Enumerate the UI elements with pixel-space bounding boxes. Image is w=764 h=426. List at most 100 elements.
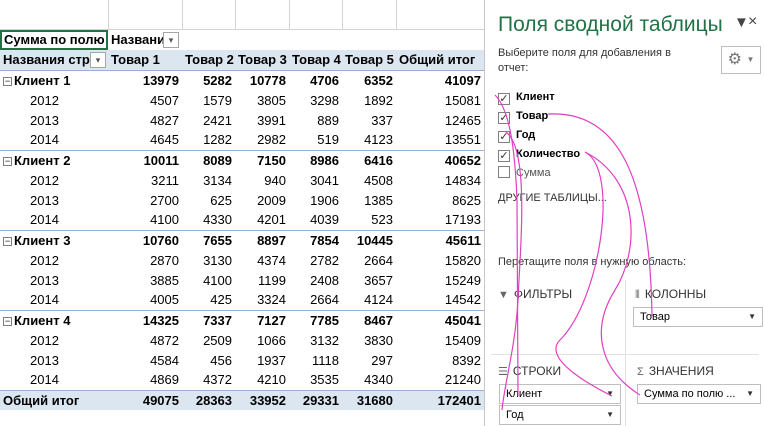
value-cell: 33952 [235, 389, 289, 410]
collapse-icon[interactable]: − [3, 76, 12, 86]
value-cell: 4039 [310, 212, 339, 228]
value-cell: 3830 [364, 332, 393, 348]
rows-area-header: ☰ СТРОКИ [498, 364, 561, 378]
row-label-text: 2012 [30, 172, 59, 188]
row-label-text: 2013 [30, 272, 59, 288]
value-cell: 456 [210, 352, 232, 368]
year-row: 2013 3885 4100 1199 2408 3657 15249 [0, 270, 484, 290]
chevron-down-icon[interactable]: ▼ [606, 385, 614, 403]
year-row: 2013 2700 625 2009 1906 1385 8625 [0, 190, 484, 210]
value-cell: 2870 [150, 252, 179, 268]
chevron-down-icon[interactable]: ▼ [606, 406, 614, 424]
value-cell: 1937 [257, 352, 286, 368]
value-cell: 519 [317, 132, 339, 148]
chevron-down-icon[interactable]: ▼ [746, 385, 754, 403]
close-icon[interactable]: × [748, 13, 757, 31]
client-label[interactable]: − Клиент 1 [0, 69, 108, 90]
value-cell: 8467 [342, 309, 396, 330]
area-divider [491, 354, 759, 355]
value-cell: 4100 [203, 272, 232, 288]
year-label: 2014 [0, 370, 108, 390]
row-label-text: 2014 [30, 372, 59, 388]
grand-total-header: Общий итог [396, 50, 484, 71]
gear-icon[interactable]: ⚙ ▼ [721, 46, 761, 74]
values-item-quantity-sum[interactable]: Сумма по полю ... ▼ [637, 384, 761, 404]
value-cell: 3885 [150, 272, 179, 288]
field-product[interactable]: ✓ Товар [498, 108, 548, 126]
checkbox-unchecked-icon[interactable] [498, 166, 510, 178]
row-filter-dropdown-icon[interactable]: ▾ [90, 52, 106, 68]
value-cell: 7854 [289, 229, 342, 250]
value-cell: 10445 [342, 229, 396, 250]
client-row: − Клиент 2 10011 8089 7150 8986 6416 40652 [0, 149, 484, 170]
value-cell: 8986 [289, 149, 342, 170]
field-label: Клиент [516, 91, 555, 103]
columns-item-product[interactable]: Товар ▼ [633, 307, 763, 327]
value-cell: 15820 [444, 252, 481, 268]
chevron-down-icon[interactable]: ▼ [748, 308, 756, 326]
columns-area-label: КОЛОННЫ [644, 287, 707, 301]
value-cell: 4872 [150, 332, 179, 348]
rows-item-year[interactable]: Год ▼ [499, 405, 621, 425]
field-quantity[interactable]: ✓ Количество [498, 146, 580, 164]
client-label[interactable]: − Клиент 3 [0, 229, 108, 250]
value-cell: 2982 [257, 132, 286, 148]
value-cell: 1906 [310, 192, 339, 208]
field-year[interactable]: ✓ Год [498, 127, 535, 145]
field-sum[interactable]: Сумма [498, 165, 551, 183]
checkbox-checked-icon[interactable]: ✓ [498, 93, 510, 105]
value-cell: 14542 [444, 292, 481, 308]
year-label: 2013 [0, 270, 108, 290]
cell-a1-value-header[interactable]: Сумма по полю [0, 30, 108, 50]
value-cell: 4869 [150, 372, 179, 388]
checkbox-checked-icon[interactable]: ✓ [498, 112, 510, 124]
collapse-icon[interactable]: − [3, 236, 12, 246]
value-cell: 7655 [182, 229, 235, 250]
value-cell: 172401 [396, 389, 484, 410]
grid-line [289, 0, 290, 30]
value-cell: 3535 [310, 372, 339, 388]
field-label: Товар [516, 110, 549, 122]
value-cell: 625 [210, 192, 232, 208]
value-cell: 3041 [310, 172, 339, 188]
value-cell: 2408 [310, 272, 339, 288]
value-cell: 2700 [150, 192, 179, 208]
checkbox-checked-icon[interactable]: ✓ [498, 150, 510, 162]
row-label-text: 2012 [30, 92, 59, 108]
row-labels-header[interactable]: Названия стро ▾ [0, 50, 108, 71]
values-area-header: Σ ЗНАЧЕНИЯ [637, 364, 714, 378]
grid-line [108, 0, 109, 30]
column-filter-dropdown-icon[interactable]: ▾ [163, 32, 179, 48]
rows-item-client[interactable]: Клиент ▼ [499, 384, 621, 404]
value-cell: 3805 [257, 92, 286, 108]
field-label: Сумма [516, 167, 551, 179]
value-cell: 31680 [342, 389, 396, 410]
value-cell: 4827 [150, 112, 179, 128]
value-cell: 1199 [258, 272, 286, 288]
pane-options-chevron-icon[interactable]: ▼ [734, 14, 749, 31]
columns-area-header: ⦀ КОЛОННЫ [635, 287, 706, 302]
client-label[interactable]: − Клиент 2 [0, 149, 108, 170]
field-label: Год [516, 129, 536, 141]
value-cell: 3132 [310, 332, 339, 348]
value-cell: 4507 [150, 92, 179, 108]
row-label-text: Клиент 3 [14, 232, 71, 248]
field-client[interactable]: ✓ Клиент [498, 89, 555, 107]
value-field-caption: Сумма по полю [4, 32, 105, 47]
value-cell: 2009 [257, 192, 286, 208]
year-label: 2012 [0, 330, 108, 350]
value-cell: 7337 [182, 309, 235, 330]
value-cell: 5282 [182, 69, 235, 90]
client-label[interactable]: − Клиент 4 [0, 309, 108, 330]
value-cell: 1118 [312, 352, 339, 368]
value-cell: 12465 [444, 112, 481, 128]
column-header: Товар 3 [235, 50, 289, 71]
column-header: Товар 2 [182, 50, 235, 71]
collapse-icon[interactable]: − [3, 156, 12, 166]
collapse-icon[interactable]: − [3, 316, 12, 326]
row-label-text: Клиент 1 [14, 72, 71, 88]
more-tables-link[interactable]: ДРУГИЕ ТАБЛИЦЫ... [498, 192, 607, 204]
checkbox-checked-icon[interactable]: ✓ [498, 131, 510, 143]
value-cell: 6416 [342, 149, 396, 170]
value-cell: 425 [210, 292, 232, 308]
